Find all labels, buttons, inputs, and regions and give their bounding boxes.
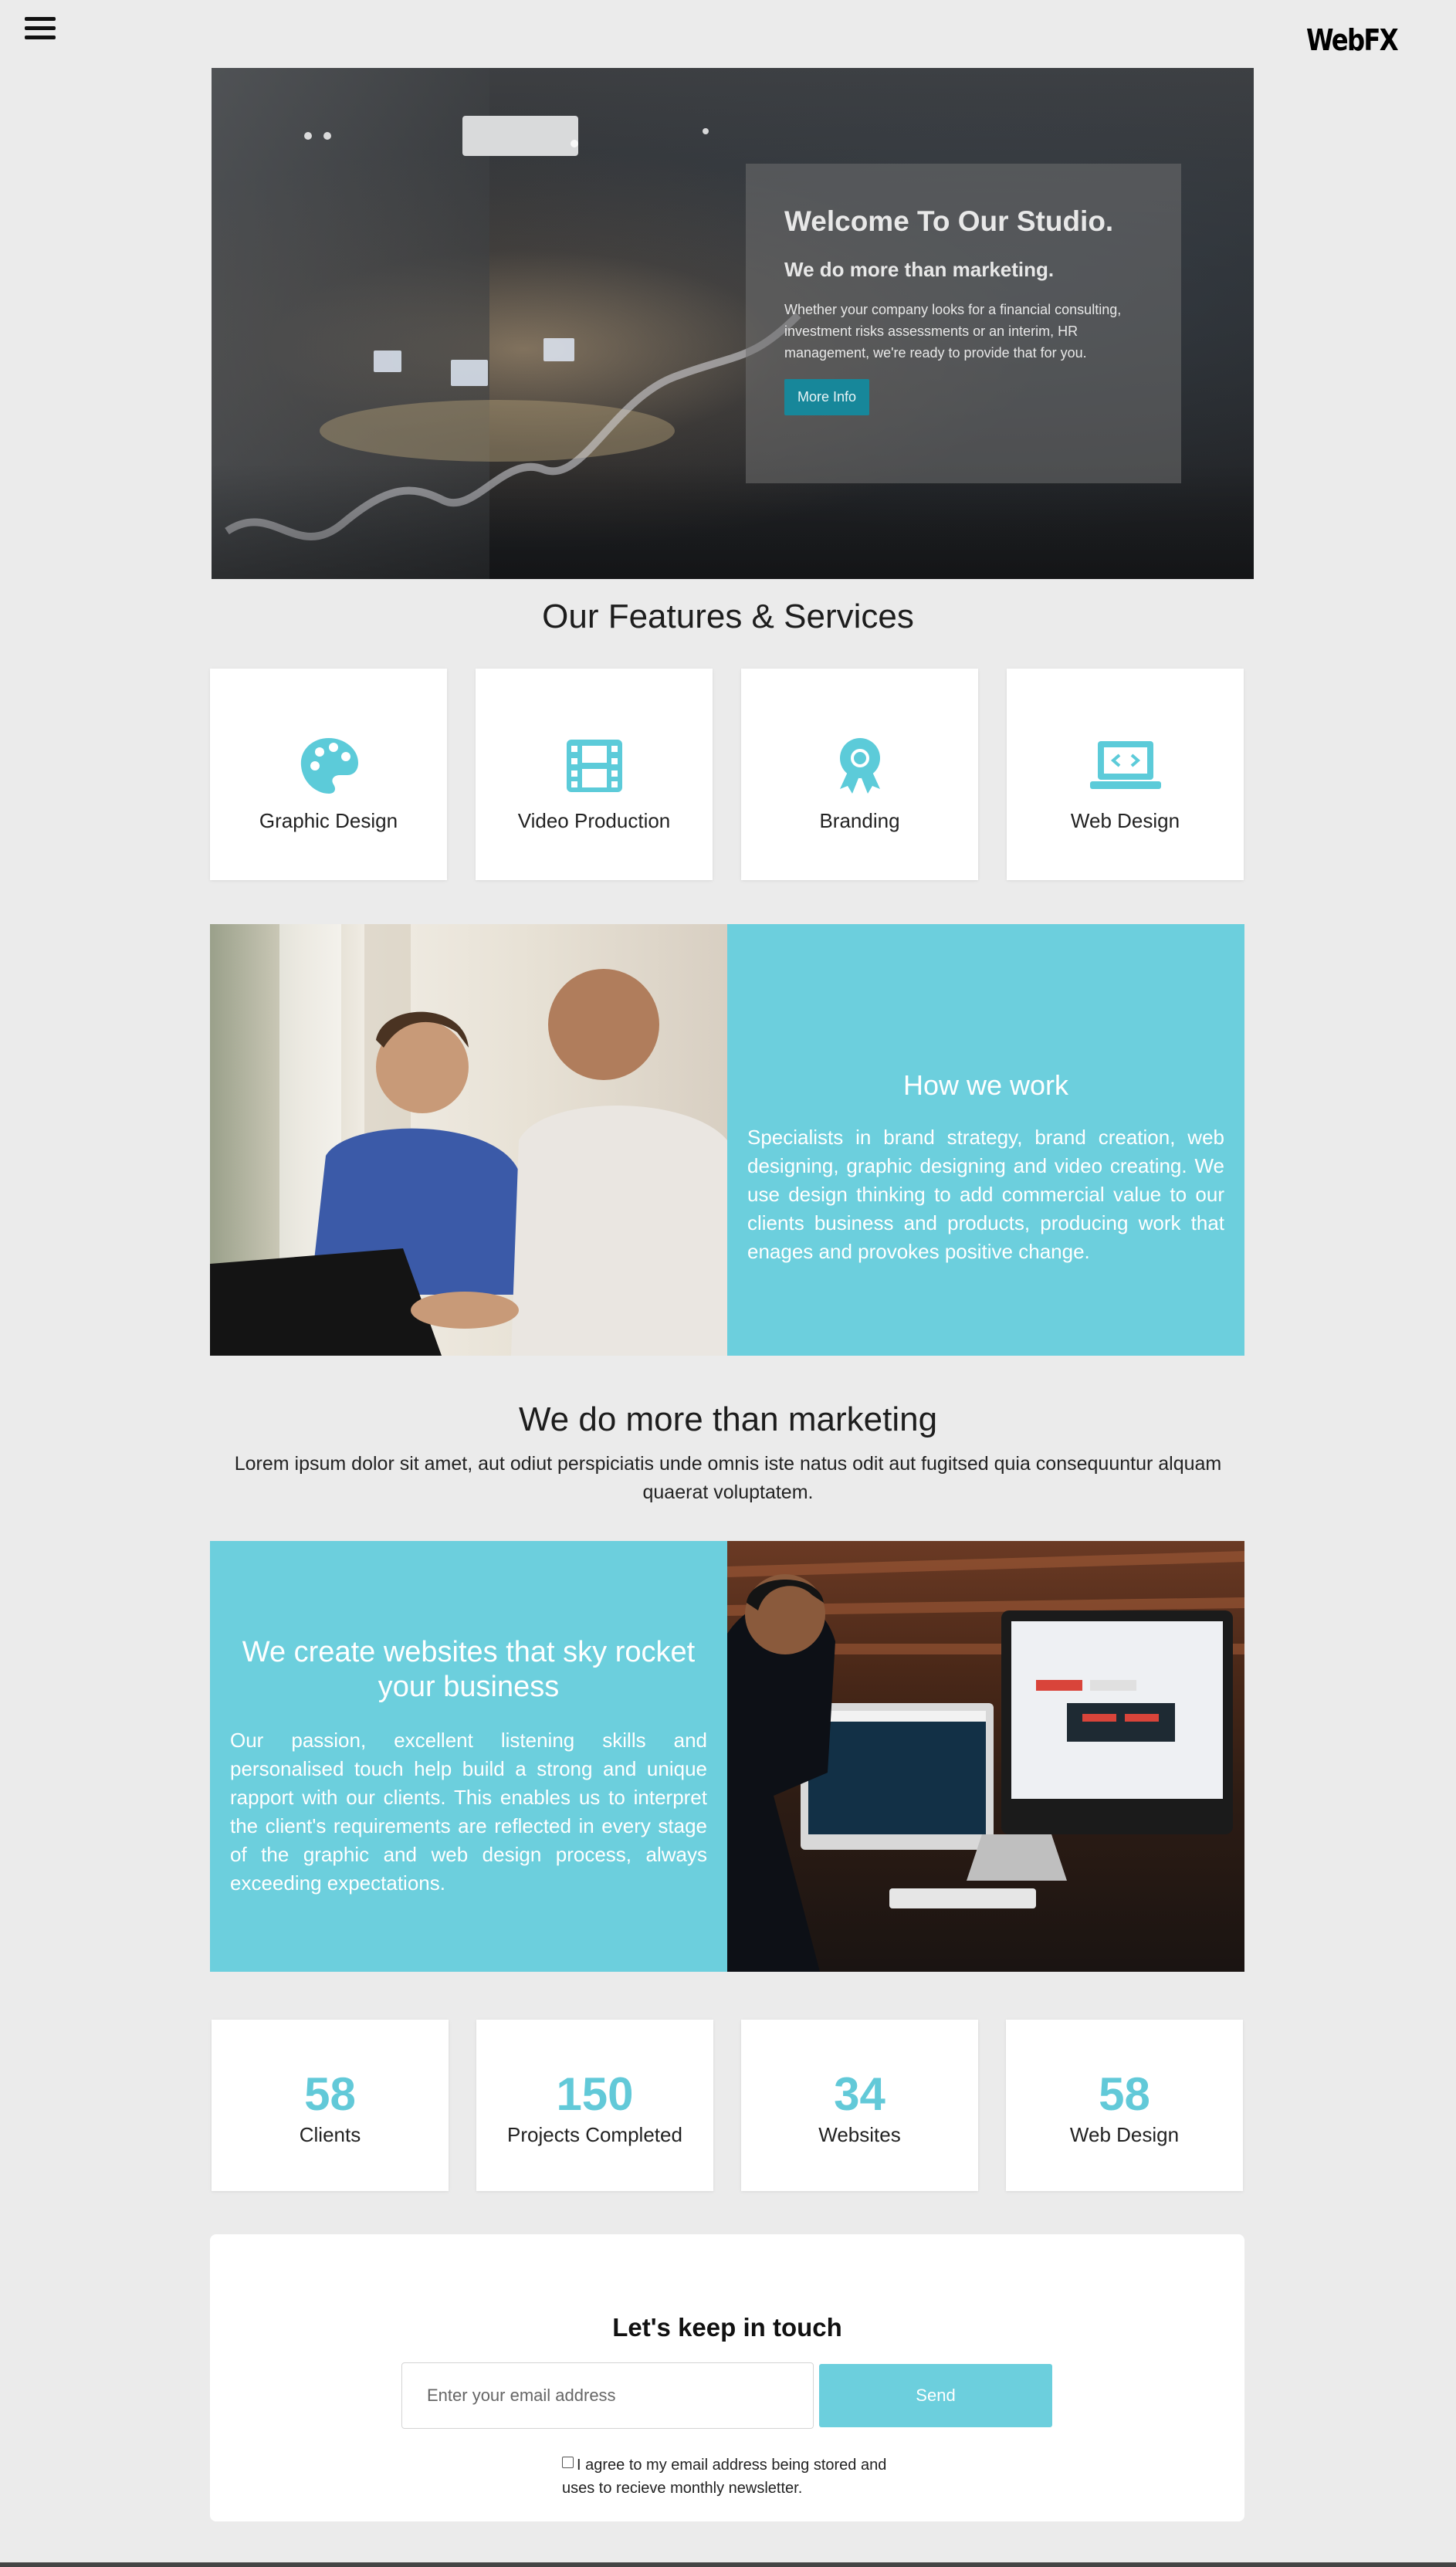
create-websites-photo (727, 1541, 1244, 1972)
more-than-marketing-title: We do more than marketing (518, 1400, 938, 1438)
feature-card-branding[interactable]: Branding (741, 669, 978, 880)
feature-label: Branding (819, 809, 900, 832)
more-info-button[interactable]: More Info (784, 379, 870, 415)
stat-number: 58 (304, 2068, 356, 2120)
newsletter-consent: I agree to my email address being stored… (562, 2454, 902, 2500)
stat-label: Clients (299, 2123, 361, 2146)
stat-number: 34 (834, 2068, 885, 2120)
hamburger-menu-icon[interactable] (25, 17, 56, 42)
how-we-work-photo (210, 924, 727, 1356)
feature-label: Video Production (517, 809, 671, 832)
feature-card-web-design[interactable]: Web Design (1007, 669, 1244, 880)
bottom-bar (0, 2562, 1456, 2567)
feature-label: Graphic Design (259, 809, 398, 832)
feature-card-graphic-design[interactable]: Graphic Design (210, 669, 447, 880)
award-icon (840, 738, 880, 794)
designer-at-computer-illustration (727, 1551, 1244, 1972)
palette-icon (300, 738, 358, 794)
create-websites-text: Our passion, excellent listening skills … (230, 1729, 707, 1895)
hero-banner: Welcome To Our Studio. We do more than m… (212, 68, 1254, 579)
laptop-code-icon (1090, 741, 1161, 789)
stat-label: Web Design (1069, 2123, 1180, 2146)
how-we-work-title: How we work (902, 1069, 1069, 1101)
how-we-work-text: Specialists in brand strategy, brand cre… (747, 1126, 1224, 1263)
hero-subtitle: We do more than marketing. (784, 258, 1055, 281)
more-than-marketing-text: Lorem ipsum dolor sit amet, aut odiut pe… (234, 1453, 1222, 1503)
create-websites-section: We create websites that sky rocket your … (210, 1541, 1244, 1972)
create-websites-panel: We create websites that sky rocket your … (210, 1541, 727, 1972)
stat-number: 150 (556, 2068, 634, 2120)
feature-card-video-production[interactable]: Video Production (476, 669, 713, 880)
hero-title: Welcome To Our Studio. (784, 205, 1114, 237)
send-button[interactable]: Send (819, 2364, 1052, 2427)
how-we-work-panel: How we work Specialists in brand strateg… (727, 924, 1244, 1356)
stat-number: 58 (1099, 2068, 1150, 2120)
create-websites-title: We create websites that sky rocket your … (242, 1636, 696, 1703)
two-men-photo-illustration (210, 924, 727, 1356)
film-icon (567, 740, 622, 792)
hero-text: Whether your company looks for a financi… (784, 302, 1122, 361)
newsletter-section: Let's keep in touch Send I agree to my e… (210, 2234, 1244, 2521)
stat-card-clients: 58 Clients (212, 2020, 449, 2191)
how-we-work-section: How we work Specialists in brand strateg… (210, 924, 1244, 1356)
newsletter-title: Let's keep in touch (612, 2313, 842, 2342)
features-title: Our Features & Services (542, 598, 914, 635)
consent-label: I agree to my email address being stored… (562, 2457, 887, 2497)
hero-card: Welcome To Our Studio. We do more than m… (746, 164, 1181, 483)
stat-card-web-design: 58 Web Design (1006, 2020, 1243, 2191)
feature-label: Web Design (1070, 809, 1180, 832)
stat-card-websites: 34 Websites (741, 2020, 978, 2191)
consent-checkbox[interactable] (562, 2457, 574, 2468)
stat-label: Projects Completed (507, 2123, 682, 2146)
logo[interactable]: WebFX (1306, 23, 1399, 57)
stat-label: Websites (818, 2123, 901, 2146)
stat-card-projects-completed: 150 Projects Completed (476, 2020, 713, 2191)
email-input[interactable] (401, 2362, 814, 2429)
